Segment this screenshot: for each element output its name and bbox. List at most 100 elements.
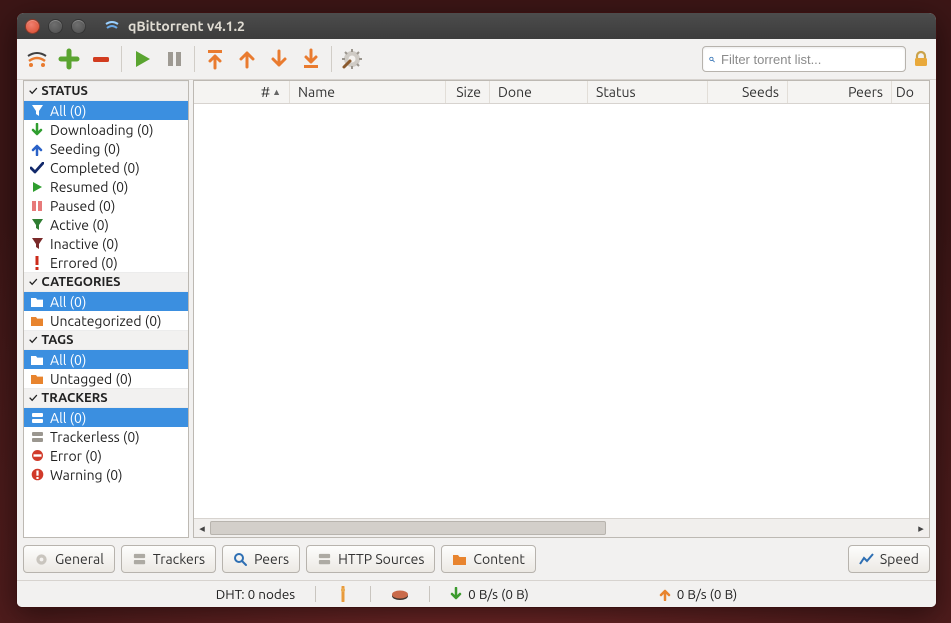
tab-speed[interactable]: Speed (848, 545, 930, 573)
filter-text[interactable] (719, 51, 899, 68)
column-label: Done (498, 84, 532, 100)
move-up-button[interactable] (233, 42, 261, 76)
add-button[interactable] (55, 42, 83, 76)
sidebar-group-header[interactable]: ✓TRACKERS (24, 388, 188, 408)
sidebar-item[interactable]: Error (0) (24, 446, 188, 465)
sidebar-item-label: Resumed (0) (50, 179, 128, 195)
column-label: Peers (848, 84, 883, 100)
column-header[interactable]: Status (588, 81, 708, 103)
upload-speed-label: 0 B/s (0 B) (677, 586, 738, 602)
sidebar-item[interactable]: Paused (0) (24, 196, 188, 215)
move-down-button[interactable] (265, 42, 293, 76)
column-header[interactable]: Done (490, 81, 588, 103)
funnel-orange-icon (30, 104, 44, 118)
folder-orange-icon (30, 314, 44, 328)
column-label: # (261, 84, 270, 100)
firewall-icon[interactable] (336, 586, 350, 602)
tab-speed-label: Speed (880, 551, 919, 567)
sidebar-item[interactable]: Untagged (0) (24, 369, 188, 388)
preferences-button[interactable] (338, 42, 366, 76)
search-input[interactable] (702, 46, 906, 72)
pause-button[interactable] (160, 42, 188, 76)
bang-red-icon (30, 256, 44, 270)
lock-icon[interactable] (912, 50, 930, 68)
tab-http-sources[interactable]: HTTP Sources (306, 545, 435, 573)
sidebar-item-label: Inactive (0) (50, 236, 119, 252)
sidebar-item[interactable]: All (0) (24, 292, 188, 311)
scroll-thumb[interactable] (210, 521, 606, 535)
play-green-icon (30, 180, 44, 194)
column-header[interactable]: Do (892, 81, 922, 103)
column-header[interactable]: Peers (788, 81, 892, 103)
server-grey-icon (30, 430, 44, 444)
tab-content-label: Content (473, 551, 524, 567)
sidebar-item[interactable]: All (0) (24, 101, 188, 120)
scroll-track[interactable] (210, 519, 913, 537)
sidebar-group-header[interactable]: ✓STATUS (24, 81, 188, 101)
move-top-button[interactable] (201, 42, 229, 76)
funnel-maroon-icon (30, 237, 44, 251)
minimize-icon[interactable] (48, 19, 63, 34)
pause-pink-icon (30, 199, 44, 213)
upload-speed[interactable]: 0 B/s (0 B) (659, 586, 738, 602)
detail-tabs: General Trackers Peers HTTP Sources Cont… (17, 538, 936, 580)
chart-icon (859, 552, 874, 566)
sidebar-item[interactable]: All (0) (24, 408, 188, 427)
tab-http-label: HTTP Sources (338, 551, 424, 567)
sidebar-item[interactable]: Resumed (0) (24, 177, 188, 196)
sidebar-item[interactable]: Uncategorized (0) (24, 311, 188, 330)
close-icon[interactable] (25, 19, 40, 34)
sidebar-item-label: Downloading (0) (50, 122, 154, 138)
sort-asc-icon: ▲ (272, 87, 281, 97)
sidebar-item-label: Uncategorized (0) (50, 313, 162, 329)
sidebar-item[interactable]: Inactive (0) (24, 234, 188, 253)
sidebar-item[interactable]: Completed (0) (24, 158, 188, 177)
app-window: qBittorrent v4.1.2 (16, 12, 937, 608)
sidebar-item[interactable]: Downloading (0) (24, 120, 188, 139)
server-icon (132, 552, 147, 567)
tab-general-label: General (55, 551, 104, 567)
speed-limit-icon[interactable] (391, 588, 409, 600)
column-label: Seeds (742, 84, 779, 100)
sidebar[interactable]: ✓STATUS All (0) Downloading (0)Seeding (0)… (23, 80, 189, 538)
download-speed-label: 0 B/s (0 B) (468, 586, 529, 602)
sidebar-group-header[interactable]: ✓TAGS (24, 330, 188, 350)
sidebar-item[interactable]: Active (0) (24, 215, 188, 234)
server-icon (317, 552, 332, 567)
column-header[interactable]: #▲ (194, 81, 290, 103)
sidebar-item-label: Active (0) (50, 217, 109, 233)
start-button[interactable] (128, 42, 156, 76)
sidebar-item[interactable]: Warning (0) (24, 465, 188, 484)
column-header[interactable]: Size (446, 81, 490, 103)
remove-button[interactable] (87, 42, 115, 76)
sidebar-item-label: All (0) (50, 103, 86, 119)
table-body[interactable] (194, 104, 929, 518)
titlebar[interactable]: qBittorrent v4.1.2 (17, 13, 936, 39)
toolbar (17, 39, 936, 80)
column-header[interactable]: Name (290, 81, 446, 103)
move-bottom-button[interactable] (297, 42, 325, 76)
dht-status: DHT: 0 nodes (216, 586, 295, 602)
scroll-left-icon[interactable]: ◂ (194, 519, 210, 537)
tab-trackers[interactable]: Trackers (121, 545, 216, 573)
horizontal-scrollbar[interactable]: ◂ ▸ (194, 518, 929, 537)
arrow-down-green-icon (30, 123, 44, 137)
sidebar-item[interactable]: Seeding (0) (24, 139, 188, 158)
scroll-right-icon[interactable]: ▸ (913, 519, 929, 537)
sidebar-item-label: Untagged (0) (50, 371, 132, 387)
group-title: TAGS (41, 333, 73, 347)
tab-content[interactable]: Content (441, 545, 535, 573)
column-header[interactable]: Seeds (708, 81, 788, 103)
arrow-up-blue-icon (30, 142, 44, 156)
tab-peers[interactable]: Peers (222, 545, 300, 573)
table-header[interactable]: #▲NameSizeDoneStatusSeedsPeersDo (194, 81, 929, 104)
tab-general[interactable]: General (23, 545, 115, 573)
sidebar-item[interactable]: All (0) (24, 350, 188, 369)
window-title: qBittorrent v4.1.2 (128, 18, 245, 34)
sidebar-item[interactable]: Trackerless (0) (24, 427, 188, 446)
sidebar-group-header[interactable]: ✓CATEGORIES (24, 272, 188, 292)
open-torrent-button[interactable] (23, 42, 51, 76)
maximize-icon[interactable] (71, 19, 86, 34)
download-speed[interactable]: 0 B/s (0 B) (450, 586, 529, 602)
sidebar-item[interactable]: Errored (0) (24, 253, 188, 272)
